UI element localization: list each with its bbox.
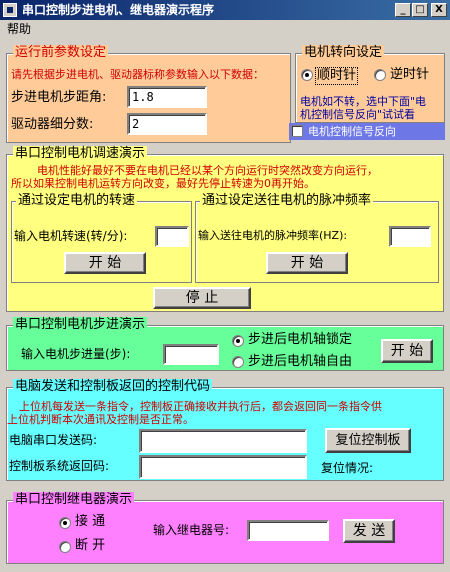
step-amount-label: 输入电机步进量(步): (21, 347, 131, 361)
stepping-group-title: 串口控制电机步进演示 (13, 317, 148, 333)
relay-off-label[interactable]: 断 开 (75, 538, 105, 554)
direction-group-title: 电机转向设定 (302, 45, 385, 61)
rpm-start-button[interactable]: 开 始 (64, 252, 146, 274)
freq-input[interactable] (389, 226, 431, 247)
codes-info-line2: 上位机判断本次通讯及控制是否正常。 (7, 413, 194, 426)
reverse-signal-checkbox[interactable] (291, 125, 303, 137)
rpm-label: 输入电机转速(转/分): (14, 229, 128, 243)
maximize-button[interactable]: □ (412, 3, 428, 17)
relay-on-label[interactable]: 接 通 (75, 514, 105, 530)
subdivision-input[interactable]: 2 (127, 113, 207, 135)
close-button[interactable]: X (431, 3, 447, 17)
params-group: 运行前参数设定 请先根据步进电机、驱动器标称参数输入以下数据： 步进电机步距角:… (6, 45, 291, 143)
return-code-field[interactable] (139, 455, 307, 479)
title-bar: 串口控制步进电机、继电器演示程序 _ □ X (0, 0, 450, 20)
speed-group-title: 串口控制电机调速演示 (13, 146, 148, 162)
reset-board-button[interactable]: 复位控制板 (325, 428, 411, 453)
menu-help[interactable]: 帮助 (0, 22, 31, 36)
menu-bar: 帮助 (0, 20, 450, 39)
codes-group: 电脑发送和控制板返回的控制代码 上位机每发送一条指令，控制板正确接收并执行后，都… (6, 379, 444, 481)
shaft-free-radio[interactable] (232, 356, 244, 368)
relay-number-label: 输入继电器号: (153, 523, 230, 537)
rpm-box-title: 通过设定电机的转速 (16, 193, 138, 209)
step-angle-label: 步进电机步距角: (11, 90, 107, 105)
minimize-button[interactable]: _ (395, 3, 411, 17)
speed-warning-line2: 所以如果控制电机运转方向改变，最好先停止转速为0再开始。 (11, 177, 315, 190)
step-start-button[interactable]: 开 始 (381, 339, 433, 363)
freq-box: 通过设定送往电机的脉冲频率 输入送往电机的脉冲频率(HZ): 开 始 (195, 193, 439, 283)
window-title: 串口控制步进电机、继电器演示程序 (22, 3, 215, 17)
params-hint: 请先根据步进电机、驱动器标称参数输入以下数据： (11, 68, 264, 81)
rpm-input[interactable] (155, 226, 189, 247)
step-angle-input[interactable]: 1.8 (127, 86, 207, 108)
shaft-lock-label[interactable]: 步进后电机轴锁定 (248, 332, 352, 348)
send-code-field[interactable] (139, 429, 307, 453)
direction-note-line2: 机控制信号反向"试试看 (300, 108, 416, 121)
stepping-group: 串口控制电机步进演示 输入电机步进量(步): 步进后电机轴锁定 步进后电机轴自由… (6, 317, 444, 371)
ccw-label[interactable]: 逆时针 (390, 67, 429, 83)
reverse-signal-label[interactable]: 电机控制信号反向 (308, 124, 396, 140)
cw-radio[interactable] (301, 69, 313, 81)
app-icon (3, 3, 17, 17)
relay-send-button[interactable]: 发 送 (343, 519, 395, 543)
rpm-box: 通过设定电机的转速 输入电机转速(转/分): 开 始 (11, 193, 192, 283)
freq-start-button[interactable]: 开 始 (266, 252, 348, 274)
relay-group-title: 串口控制继电器演示 (13, 492, 135, 508)
return-code-label: 控制板系统返回码: (9, 459, 110, 473)
speed-group: 串口控制电机调速演示 电机性能好最好不要在电机已经以某个方向运行时突然改变方向运… (6, 146, 444, 312)
shaft-lock-radio[interactable] (232, 335, 244, 347)
send-code-label: 电脑串口发送码: (9, 433, 98, 447)
reverse-signal-bar[interactable]: 电机控制信号反向 (289, 123, 445, 140)
params-group-title: 运行前参数设定 (13, 45, 109, 61)
subdivision-label: 驱动器细分数: (11, 117, 94, 132)
shaft-free-label[interactable]: 步进后电机轴自由 (248, 354, 352, 370)
freq-box-title: 通过设定送往电机的脉冲频率 (200, 193, 374, 209)
codes-group-title: 电脑发送和控制板返回的控制代码 (13, 379, 213, 395)
ccw-radio[interactable] (374, 69, 386, 81)
relay-on-radio[interactable] (59, 517, 71, 529)
relay-off-radio[interactable] (59, 541, 71, 553)
reset-status-label: 复位情况: (321, 461, 374, 475)
relay-number-input[interactable] (247, 520, 329, 541)
relay-group: 串口控制继电器演示 接 通 断 开 输入继电器号: 发 送 (6, 492, 444, 564)
cw-label[interactable]: 顺时针 (315, 67, 359, 85)
step-amount-input[interactable] (163, 344, 219, 365)
freq-label: 输入送往电机的脉冲频率(HZ): (198, 229, 348, 242)
stop-button[interactable]: 停 止 (153, 287, 251, 309)
direction-group: 电机转向设定 顺时针 逆时针 电机如不转，选中下面"电 机控制信号反向"试试看 (295, 45, 445, 123)
